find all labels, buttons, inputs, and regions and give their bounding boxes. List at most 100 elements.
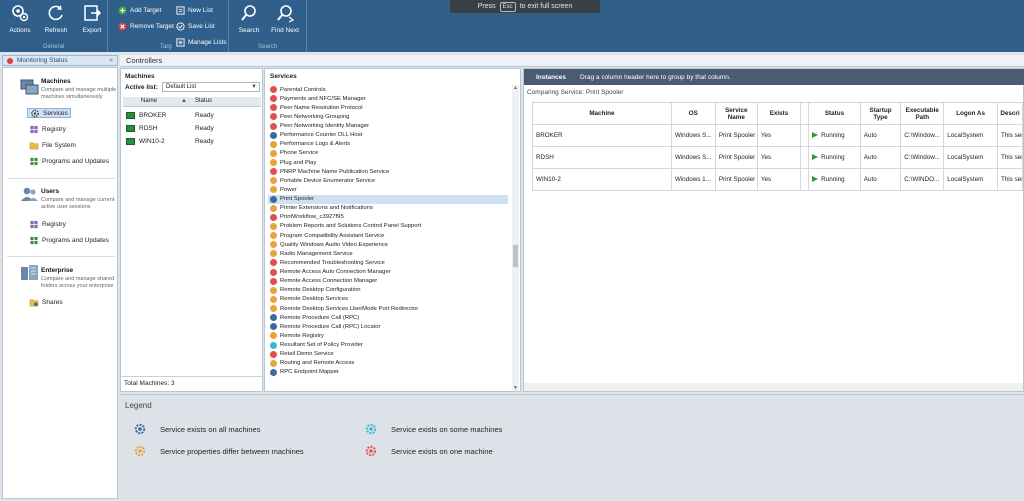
column-header[interactable]: Status bbox=[808, 102, 861, 125]
nav-item-label: Programs and Updates bbox=[42, 236, 109, 244]
service-item[interactable]: Peer Networking Identity Manager bbox=[268, 122, 508, 131]
ribbon-toolbar: Actions Refresh Export General Add Targe… bbox=[0, 0, 1024, 52]
service-item[interactable]: Remote Registry bbox=[268, 331, 508, 340]
table-cell: LocalSystem bbox=[943, 124, 998, 147]
scrollbar-thumb[interactable] bbox=[513, 245, 518, 267]
service-item[interactable]: Resultant Set of Policy Provider bbox=[268, 341, 508, 350]
active-list-select[interactable]: Default List ▼ bbox=[162, 82, 260, 92]
machine-row[interactable]: BROKER Ready bbox=[123, 110, 261, 121]
machine-status: Ready bbox=[195, 138, 214, 145]
collapse-icon[interactable]: « bbox=[109, 57, 113, 64]
service-item[interactable]: Problem Reports and Solutions Control Pa… bbox=[268, 222, 508, 231]
table-row[interactable]: BROKER Windows S... Print Spooler Yes Runnin… bbox=[532, 124, 1024, 147]
column-header[interactable]: Logon As bbox=[943, 102, 998, 125]
search-button[interactable]: Search bbox=[233, 3, 265, 34]
service-item[interactable]: Remote Procedure Call (RPC) Locator bbox=[268, 322, 508, 331]
monitoring-status-label: Monitoring Status bbox=[17, 57, 68, 64]
service-name: Problem Reports and Solutions Control Pa… bbox=[280, 223, 422, 230]
service-item[interactable]: Print Spooler bbox=[268, 194, 508, 204]
service-item[interactable]: Peer Name Resolution Protocol bbox=[268, 103, 508, 112]
service-item[interactable]: Program Compatibility Assistant Service bbox=[268, 231, 508, 240]
service-name: Remote Registry bbox=[280, 332, 324, 339]
service-item[interactable]: Remote Access Auto Connection Manager bbox=[268, 268, 508, 277]
service-item[interactable]: Plug and Play bbox=[268, 158, 508, 167]
machine-status: Ready bbox=[195, 125, 214, 132]
column-header-name[interactable]: Name bbox=[141, 98, 157, 104]
table-cell: Print Spooler bbox=[714, 124, 758, 147]
service-item[interactable]: Phone Service bbox=[268, 149, 508, 158]
find-next-button[interactable]: Find Next bbox=[269, 3, 301, 34]
monitoring-status-header[interactable]: Monitoring Status « bbox=[2, 55, 118, 66]
table-cell: Print Spooler bbox=[714, 146, 758, 169]
column-header[interactable]: Machine bbox=[532, 102, 672, 125]
refresh-button[interactable]: Refresh bbox=[40, 3, 72, 34]
group-label-target: Targ bbox=[160, 44, 172, 50]
scroll-down-icon[interactable]: ▼ bbox=[512, 385, 519, 391]
service-status-icon bbox=[270, 159, 277, 167]
service-item[interactable]: Power bbox=[268, 185, 508, 194]
gear-icon bbox=[31, 109, 39, 117]
machines-section-title: Machines bbox=[41, 78, 71, 85]
scroll-up-icon[interactable]: ▲ bbox=[512, 85, 519, 91]
nav-item-machines-services[interactable]: Services bbox=[27, 108, 71, 118]
service-item[interactable]: Payments and NFC/SE Manager bbox=[268, 94, 508, 103]
service-name: Remote Desktop Services bbox=[280, 296, 349, 303]
service-item[interactable]: Performance Logs & Alerts bbox=[268, 140, 508, 149]
service-item[interactable]: Remote Desktop Configuration bbox=[268, 286, 508, 295]
service-item[interactable]: Quality Windows Audio Video Experience bbox=[268, 240, 508, 249]
export-button[interactable]: Export bbox=[76, 3, 108, 34]
table-cell: This ser bbox=[996, 146, 1024, 169]
legend-item-differ: Service properties differ between machin… bbox=[134, 445, 304, 457]
service-item[interactable]: PrintWorkflow_c3927f95 bbox=[268, 213, 508, 222]
service-item[interactable]: Portable Device Enumerator Service bbox=[268, 176, 508, 185]
service-name: Recommended Troubleshooting Service bbox=[280, 259, 385, 266]
table-row[interactable]: WIN10-2 Windows 1... Print Spooler Yes Runni… bbox=[532, 168, 1024, 191]
nav-item-machines-file-system[interactable]: File System bbox=[27, 140, 78, 150]
service-item[interactable]: Routing and Remote Access bbox=[268, 359, 508, 368]
group-by-bar[interactable]: Instances Drag a column header here to g… bbox=[524, 69, 1024, 85]
services-scrollbar[interactable]: ▲ ▼ bbox=[512, 85, 519, 391]
service-item[interactable]: Remote Desktop Services UserMode Port Re… bbox=[268, 304, 508, 313]
column-header[interactable]: Service Name bbox=[714, 102, 758, 125]
service-item[interactable]: Remote Access Connection Manager bbox=[268, 277, 508, 286]
nav-item-machines-registry[interactable]: Registry bbox=[27, 124, 68, 134]
registry-icon bbox=[30, 220, 38, 228]
instances-horizontal-scrollbar[interactable] bbox=[524, 383, 1023, 391]
service-item[interactable]: Performance Counter DLL Host bbox=[268, 131, 508, 140]
nav-item-users-registry[interactable]: Registry bbox=[27, 219, 68, 229]
remove-target-button[interactable]: Remove Target bbox=[118, 21, 174, 32]
column-header[interactable]: Executable Path bbox=[900, 102, 945, 125]
new-list-button[interactable]: New List bbox=[176, 5, 213, 16]
nav-item-users-programs[interactable]: Programs and Updates bbox=[27, 235, 111, 245]
nav-item-machines-programs[interactable]: Programs and Updates bbox=[27, 156, 111, 166]
column-header[interactable] bbox=[800, 102, 810, 125]
column-header[interactable]: Exists bbox=[756, 102, 802, 125]
add-target-button[interactable]: Add Target bbox=[118, 5, 161, 16]
service-item[interactable]: Recommended Troubleshooting Service bbox=[268, 258, 508, 267]
status-cell: Running bbox=[808, 168, 861, 191]
service-item[interactable]: RPC Endpoint Mapper bbox=[268, 368, 508, 377]
service-item[interactable]: Radio Management Service bbox=[268, 249, 508, 258]
service-item[interactable]: Remote Procedure Call (RPC) bbox=[268, 313, 508, 322]
service-item[interactable]: PNRP Machine Name Publication Service bbox=[268, 167, 508, 176]
column-header[interactable]: Descri bbox=[996, 102, 1024, 125]
status-cell: Running bbox=[808, 146, 861, 169]
column-header-status[interactable]: Status bbox=[195, 98, 212, 104]
nav-item-enterprise-shares[interactable]: Shares bbox=[27, 297, 65, 307]
column-header[interactable]: Startup Type bbox=[859, 102, 902, 125]
service-item[interactable]: Printer Extensions and Notifications bbox=[268, 204, 508, 213]
service-name: Routing and Remote Access bbox=[280, 360, 355, 367]
machine-row[interactable]: WIN10-2 Ready bbox=[123, 136, 261, 147]
service-item[interactable]: Remote Desktop Services bbox=[268, 295, 508, 304]
sort-asc-icon: ▲ bbox=[181, 98, 187, 104]
service-item[interactable]: Parental Controls bbox=[268, 85, 508, 94]
machine-row[interactable]: RDSH Ready bbox=[123, 123, 261, 134]
service-item[interactable]: Retail Demo Service bbox=[268, 350, 508, 359]
service-name: PrintWorkflow_c3927f95 bbox=[280, 214, 344, 221]
save-list-button[interactable]: Save List bbox=[176, 21, 215, 32]
column-header[interactable]: OS bbox=[670, 102, 716, 125]
actions-button[interactable]: Actions bbox=[4, 3, 36, 34]
save-list-icon bbox=[176, 22, 185, 31]
service-item[interactable]: Peer Networking Grouping bbox=[268, 112, 508, 121]
table-row[interactable]: RDSH Windows S... Print Spooler Yes Running A… bbox=[532, 146, 1024, 169]
